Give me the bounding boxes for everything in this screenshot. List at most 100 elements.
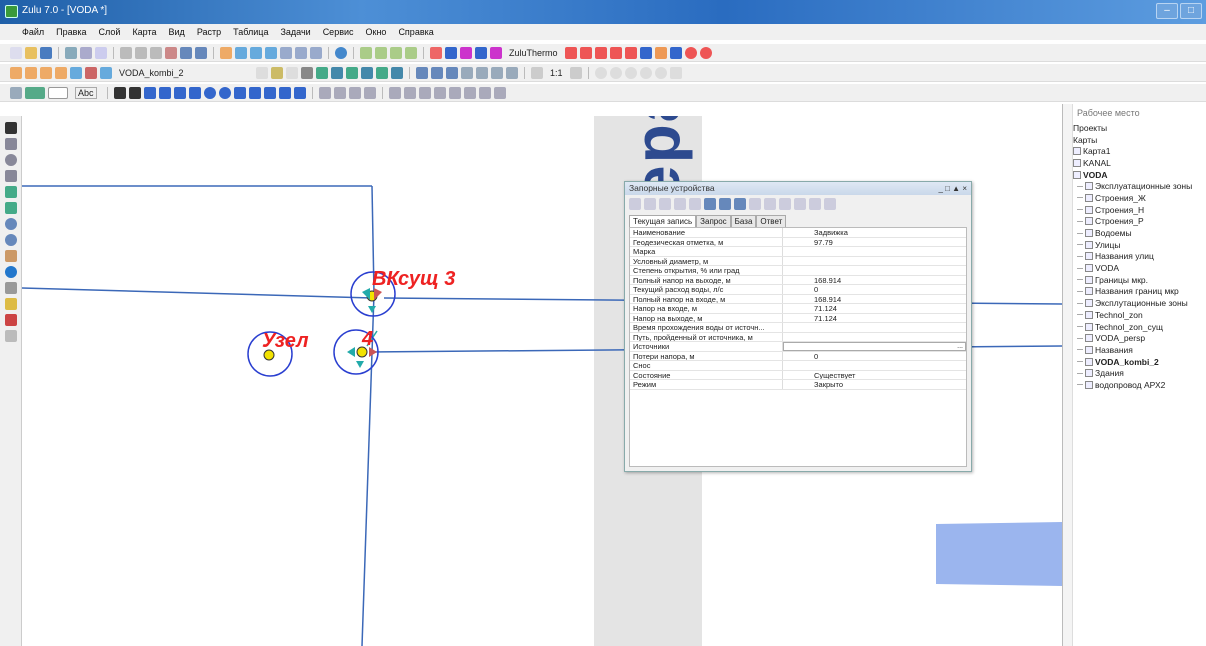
- snap-c-icon[interactable]: [624, 66, 637, 79]
- tree-item[interactable]: Карты: [1073, 134, 1206, 146]
- style-e-icon[interactable]: [316, 66, 328, 79]
- misc-icon[interactable]: [5, 330, 17, 342]
- record-last-icon[interactable]: [674, 198, 686, 210]
- thermo-a-icon[interactable]: [564, 46, 577, 59]
- tree-item[interactable]: Названия улиц: [1073, 251, 1206, 263]
- edit-j-icon[interactable]: [463, 86, 476, 99]
- zoom-b-icon[interactable]: [491, 66, 503, 79]
- delete-icon[interactable]: [165, 46, 177, 59]
- grid-row[interactable]: Путь, пройденный от источника, м: [630, 332, 966, 342]
- draw-b-icon[interactable]: [158, 86, 171, 99]
- draw-h-icon[interactable]: [278, 86, 291, 99]
- grid-field-value[interactable]: 0: [783, 285, 966, 294]
- menu-tasks[interactable]: Задачи: [280, 27, 310, 37]
- cascade-icon[interactable]: [310, 46, 322, 59]
- node-select-icon[interactable]: [5, 138, 17, 150]
- menu-edit[interactable]: Правка: [56, 27, 86, 37]
- edit-b-icon[interactable]: [333, 86, 346, 99]
- grid-row[interactable]: Полный напор на входе, м 168.914: [630, 294, 966, 304]
- tab-answer[interactable]: Ответ: [756, 215, 787, 227]
- grid-row[interactable]: Режим Закрыто: [630, 380, 966, 390]
- snap-e-icon[interactable]: [654, 66, 667, 79]
- color-picker-icon[interactable]: [25, 86, 45, 99]
- snap-f-icon[interactable]: [669, 66, 682, 79]
- rotate-icon[interactable]: [5, 154, 17, 166]
- info-icon[interactable]: [335, 46, 347, 59]
- scale-icon[interactable]: [531, 66, 543, 79]
- thermo-b-icon[interactable]: [579, 46, 592, 59]
- style-g-icon[interactable]: [346, 66, 358, 79]
- menu-table[interactable]: Таблица: [233, 27, 268, 37]
- map-icon[interactable]: [235, 46, 247, 59]
- filter-layer-icon[interactable]: [446, 66, 458, 79]
- tree-item[interactable]: водопровод АРХ2: [1073, 379, 1206, 391]
- style-i-icon[interactable]: [376, 66, 388, 79]
- thermo-i-icon[interactable]: [684, 46, 697, 59]
- pipe-left[interactable]: [22, 287, 373, 299]
- draw-a-icon[interactable]: [143, 86, 156, 99]
- tree-item[interactable]: Technol_zon_сущ: [1073, 321, 1206, 333]
- grid-row[interactable]: Условный диаметр, м: [630, 256, 966, 266]
- tree-item[interactable]: VODA: [1073, 262, 1206, 274]
- tree-item[interactable]: KANAL: [1073, 157, 1206, 169]
- menu-file[interactable]: Файл: [22, 27, 44, 37]
- measure-icon[interactable]: [5, 282, 17, 294]
- snap-a-icon[interactable]: [594, 66, 607, 79]
- record-paste-icon[interactable]: [779, 198, 791, 210]
- layer-add-icon[interactable]: [10, 66, 22, 79]
- pointer-icon[interactable]: [5, 122, 17, 134]
- menu-raster[interactable]: Растр: [197, 27, 221, 37]
- grid-field-value[interactable]: Существует: [783, 371, 966, 380]
- redo-icon[interactable]: [195, 46, 207, 59]
- calc-icon[interactable]: [460, 46, 472, 59]
- edit-c-icon[interactable]: [348, 86, 361, 99]
- line-style-icon[interactable]: [10, 86, 22, 99]
- record-new-icon[interactable]: [749, 198, 761, 210]
- save-icon[interactable]: [40, 46, 52, 59]
- fill-picker-icon[interactable]: [48, 86, 68, 99]
- grid-field-value[interactable]: 168.914: [783, 276, 966, 285]
- grid-field-value[interactable]: 71.124: [783, 314, 966, 323]
- layer-close-icon[interactable]: [40, 66, 52, 79]
- record-end-icon[interactable]: [689, 198, 701, 210]
- draw-circle-icon[interactable]: [203, 86, 216, 99]
- record-first-icon[interactable]: [629, 198, 641, 210]
- tree-item[interactable]: Карта1: [1073, 145, 1206, 157]
- grid-field-value[interactable]: [783, 333, 966, 342]
- thermo-g-icon[interactable]: [654, 46, 667, 59]
- tree-item[interactable]: Водоемы: [1073, 227, 1206, 239]
- map-polygon[interactable]: [936, 522, 1062, 586]
- hand-icon[interactable]: [461, 66, 473, 79]
- grid-row[interactable]: Потери напора, м 0: [630, 351, 966, 361]
- path-icon[interactable]: [475, 46, 487, 59]
- tree-item[interactable]: Эксплутационные зоны: [1073, 297, 1206, 309]
- layer-selector[interactable]: VODA_kombi_2: [119, 68, 249, 78]
- paste-icon[interactable]: [150, 46, 162, 59]
- tree-item[interactable]: Эксплуатационные зоны: [1073, 180, 1206, 192]
- edit-f-icon[interactable]: [403, 86, 416, 99]
- thermo-c-icon[interactable]: [594, 46, 607, 59]
- properties-icon[interactable]: [95, 46, 107, 59]
- ellipsis-button[interactable]: ...: [957, 343, 963, 350]
- info-tool-icon[interactable]: [5, 266, 17, 278]
- edit-a-icon[interactable]: [318, 86, 331, 99]
- tree-item[interactable]: Проекты: [1073, 122, 1206, 134]
- record-next-icon[interactable]: [659, 198, 671, 210]
- menu-map[interactable]: Карта: [132, 27, 156, 37]
- pan-icon[interactable]: [5, 250, 17, 262]
- tree-item[interactable]: VODA_kombi_2: [1073, 356, 1206, 368]
- zoom-c-icon[interactable]: [506, 66, 518, 79]
- tree-item[interactable]: Улицы: [1073, 239, 1206, 251]
- new-icon[interactable]: [10, 46, 22, 59]
- tree-item[interactable]: Строения_Ж: [1073, 192, 1206, 204]
- edit-l-icon[interactable]: [493, 86, 506, 99]
- style-c-icon[interactable]: [286, 66, 298, 79]
- style-j-icon[interactable]: [391, 66, 403, 79]
- grid-row[interactable]: Напор на входе, м 71.124: [630, 304, 966, 314]
- style-b-icon[interactable]: [271, 66, 283, 79]
- edit-g-icon[interactable]: [418, 86, 431, 99]
- grid-row[interactable]: Полный напор на выходе, м 168.914: [630, 275, 966, 285]
- zoom-window-icon[interactable]: [5, 202, 17, 214]
- copy-icon[interactable]: [135, 46, 147, 59]
- record-prev-icon[interactable]: [644, 198, 656, 210]
